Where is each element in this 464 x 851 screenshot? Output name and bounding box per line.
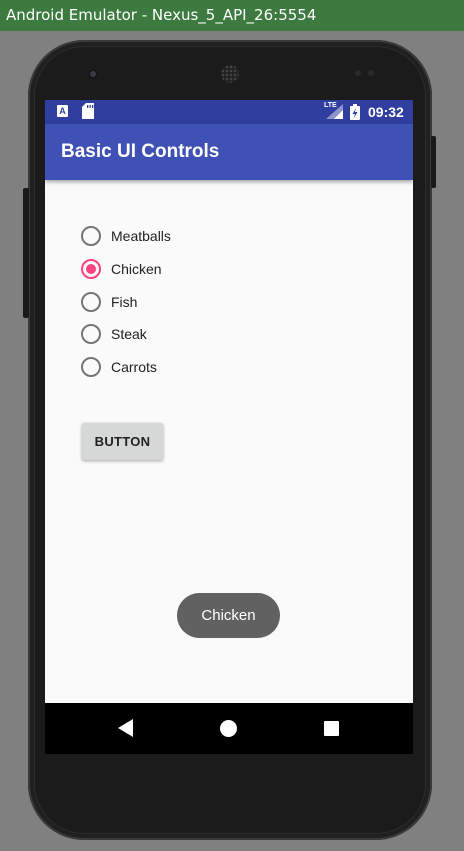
window-title: Android Emulator - Nexus_5_API_26:5554 bbox=[6, 6, 317, 24]
proximity-sensor bbox=[355, 70, 361, 76]
radio-button-selected[interactable] bbox=[81, 259, 101, 279]
toast-message: Chicken bbox=[177, 593, 280, 638]
app-title: Basic UI Controls bbox=[61, 141, 220, 162]
front-camera bbox=[88, 69, 98, 79]
home-icon[interactable] bbox=[220, 720, 237, 737]
navigation-bar bbox=[45, 703, 413, 754]
window-title-bar[interactable]: Android Emulator - Nexus_5_API_26:5554 bbox=[0, 0, 464, 31]
recents-icon[interactable] bbox=[324, 721, 339, 736]
radio-option-fish[interactable]: Fish bbox=[81, 288, 137, 316]
back-icon[interactable] bbox=[118, 719, 134, 737]
radio-option-meatballs[interactable]: Meatballs bbox=[81, 222, 171, 250]
sd-card-icon bbox=[82, 103, 94, 119]
main-button[interactable]: BUTTON bbox=[82, 423, 163, 460]
clock: 09:32 bbox=[368, 104, 404, 120]
radio-option-carrots[interactable]: Carrots bbox=[81, 353, 157, 381]
radio-button[interactable] bbox=[81, 357, 101, 377]
light-sensor bbox=[368, 70, 374, 76]
status-bar[interactable]: A LTE 09:32 bbox=[45, 100, 413, 124]
radio-button[interactable] bbox=[81, 324, 101, 344]
app-bar: Basic UI Controls bbox=[45, 124, 413, 180]
radio-label: Carrots bbox=[111, 359, 157, 375]
signal-icon bbox=[326, 104, 343, 119]
radio-label: Meatballs bbox=[111, 228, 171, 244]
battery-icon bbox=[350, 104, 360, 120]
radio-button[interactable] bbox=[81, 292, 101, 312]
radio-label: Steak bbox=[111, 326, 147, 342]
radio-option-chicken[interactable]: Chicken bbox=[81, 255, 162, 283]
a-notification-icon: A bbox=[57, 105, 68, 117]
power-button[interactable] bbox=[431, 136, 436, 188]
volume-button[interactable] bbox=[23, 188, 29, 318]
device-screen: A LTE 09:32 Basic UI Controls Meatballs … bbox=[45, 100, 413, 754]
radio-button[interactable] bbox=[81, 226, 101, 246]
earpiece-speaker bbox=[221, 65, 239, 83]
radio-label: Chicken bbox=[111, 261, 162, 277]
radio-option-steak[interactable]: Steak bbox=[81, 320, 147, 348]
radio-label: Fish bbox=[111, 294, 138, 310]
